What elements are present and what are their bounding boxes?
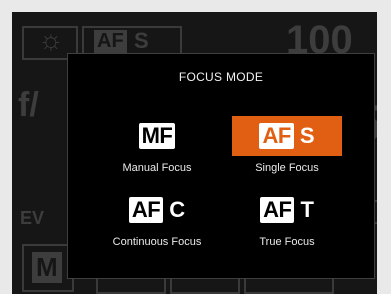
option-label: Single Focus	[255, 162, 319, 174]
brightness-icon: ☼	[38, 24, 64, 55]
manual-focus-glyph-area: MF	[102, 116, 212, 156]
option-label: Continuous Focus	[112, 236, 202, 248]
af-suffix: C	[169, 197, 186, 222]
aperture-prefix-bg: f/	[18, 86, 39, 124]
continuous-focus-glyph-area: AF C	[102, 190, 212, 230]
mf-icon: MF	[138, 123, 176, 149]
bg-mf-box: M	[32, 252, 62, 283]
option-single-focus[interactable]: AF S Single Focus	[232, 116, 342, 180]
single-focus-glyph-area: AF S	[232, 116, 342, 156]
option-label: True Focus	[259, 236, 315, 248]
af-suffix: T	[300, 197, 314, 222]
af-box: AF	[260, 197, 295, 223]
bg-af-suffix: S	[134, 28, 149, 53]
bg-af-box: AF	[94, 30, 127, 53]
af-box: AF	[128, 197, 164, 223]
af-t-icon: AF T	[260, 197, 314, 223]
option-label: Manual Focus	[122, 162, 192, 174]
exposure-label-bg: EV	[20, 208, 45, 228]
camera-screen: ☼ AF S 100 f/ 5 EV M FOCUS MODE MF Manua…	[12, 12, 377, 294]
dialog-title: FOCUS MODE	[178, 70, 264, 84]
focus-mode-dialog: FOCUS MODE MF Manual Focus AF S Single F…	[67, 53, 375, 279]
af-c-icon: AF C	[128, 197, 186, 223]
mf-box: MF	[138, 123, 176, 149]
af-box: AF	[259, 123, 294, 149]
af-suffix: S	[299, 123, 315, 148]
option-true-focus[interactable]: AF T True Focus	[232, 190, 342, 254]
option-continuous-focus[interactable]: AF C Continuous Focus	[102, 190, 212, 254]
true-focus-glyph-area: AF T	[232, 190, 342, 230]
option-manual-focus[interactable]: MF Manual Focus	[102, 116, 212, 180]
af-s-icon: AF S	[259, 123, 315, 149]
